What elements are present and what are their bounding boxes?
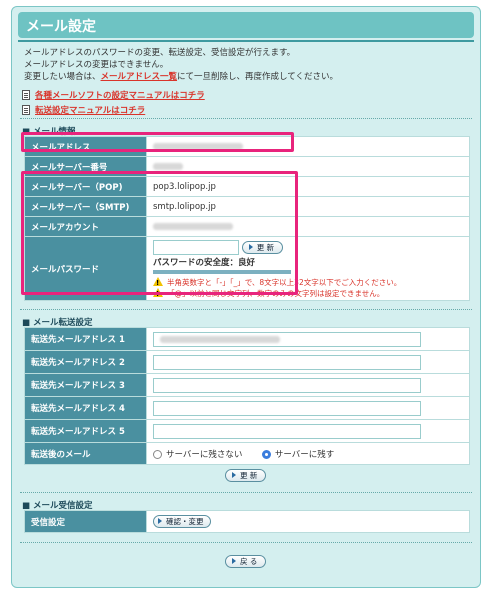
- manual-link-row-2: 転送設定マニュアルはコチラ: [22, 104, 145, 116]
- forward-label-2: 転送先メールアドレス 2: [24, 350, 147, 374]
- description-prefix: 変更したい場合は、: [24, 72, 101, 82]
- forwarding-table: 転送先メールアドレス 1 転送先メールアドレス 2 転送先メールアドレス 3 転…: [24, 327, 470, 465]
- page-title: メール設定: [26, 19, 96, 35]
- manual-link-row-1: 各種メールソフトの設定マニュアルはコチラ: [22, 89, 205, 101]
- server-number-label: メールサーバー番号: [24, 156, 147, 177]
- keep-no-label[interactable]: サーバーに残さない: [166, 450, 242, 460]
- account-value: [146, 216, 470, 237]
- forward-label-3: 転送先メールアドレス 3: [24, 373, 147, 397]
- receiving-check-change-button[interactable]: 確認・変更: [153, 515, 211, 528]
- smtp-label: メールサーバー（SMTP): [24, 196, 147, 217]
- forward-cell-3: [146, 373, 470, 397]
- back-button[interactable]: 戻 る: [225, 555, 267, 568]
- redacted-forward-address: [160, 335, 280, 343]
- password-cell: 更 新 パスワードの安全度：良好 半角英数字と「-」「_」で、8文字以上32文字…: [146, 236, 470, 301]
- divider: [20, 542, 472, 543]
- forward-address-input-4[interactable]: [153, 400, 421, 416]
- receiving-table: 受信設定 確認・変更: [24, 510, 470, 533]
- play-icon: [248, 244, 253, 250]
- forward-cell-2: [146, 350, 470, 374]
- document-icon: [22, 105, 30, 115]
- forward-cell-4: [146, 396, 470, 420]
- keep-yes-radio[interactable]: [261, 449, 271, 459]
- mail-address-list-link[interactable]: メールアドレス一覧: [101, 72, 178, 82]
- forward-address-input-1[interactable]: [153, 331, 421, 347]
- server-number-value: [146, 156, 470, 177]
- warning-icon: [153, 288, 163, 300]
- divider: [20, 492, 472, 493]
- play-icon: [232, 558, 236, 564]
- forwarding-update-wrap: 更 新: [225, 469, 267, 482]
- back-button-label: 戻 る: [240, 557, 258, 566]
- page-description: メールアドレスのパスワードの変更、転送設定、受信設定が行えます。 メールアドレス…: [24, 47, 338, 83]
- smtp-row: メールサーバー（SMTP) smtp.lolipop.jp: [24, 196, 470, 217]
- forward-row-2: 転送先メールアドレス 2: [24, 350, 470, 374]
- forward-address-input-3[interactable]: [153, 377, 421, 393]
- redacted-address: [153, 142, 243, 150]
- redacted-account: [153, 222, 233, 230]
- mail-info-table: メールアドレス メールサーバー番号 メールサーバー（POP) pop3.loli…: [24, 136, 470, 301]
- forward-address-input-5[interactable]: [153, 423, 421, 439]
- mail-settings-panel: メール設定 メールアドレスのパスワードの変更、転送設定、受信設定が行えます。 メ…: [11, 6, 481, 588]
- password-row: メールパスワード 更 新 パスワードの安全度：良好 半角英数字と「-」「_」で、…: [24, 236, 470, 301]
- after-forward-label: 転送後のメール: [24, 442, 147, 465]
- server-number-row: メールサーバー番号: [24, 156, 470, 177]
- account-label: メールアカウント: [24, 216, 147, 237]
- document-icon: [22, 90, 30, 100]
- forward-row-4: 転送先メールアドレス 4: [24, 396, 470, 420]
- forwarding-update-label: 更 新: [240, 471, 258, 480]
- keep-yes-label[interactable]: サーバーに残す: [275, 450, 334, 460]
- warning-text-1: 半角英数字と「-」「_」で、8文字以上32文字以下でご入力ください。: [167, 278, 402, 287]
- mail-address-value: [146, 136, 470, 157]
- receiving-cell: 確認・変更: [146, 510, 470, 533]
- forward-address-input-2[interactable]: [153, 354, 421, 370]
- description-suffix: にて一旦削除し、再度作成してください。: [177, 72, 339, 82]
- smtp-value: smtp.lolipop.jp: [146, 196, 470, 217]
- mail-address-row: メールアドレス: [24, 136, 470, 157]
- password-strength-text: パスワードの安全度：良好: [153, 258, 256, 268]
- receiving-row: 受信設定 確認・変更: [24, 510, 470, 533]
- forward-cell-5: [146, 419, 470, 443]
- forward-cell-1: [146, 327, 470, 351]
- redacted-server-number: [153, 162, 183, 170]
- password-update-label: 更 新: [256, 243, 275, 252]
- title-bar: メール設定: [18, 12, 474, 38]
- forwarding-manual-link[interactable]: 転送設定マニュアルはコチラ: [35, 106, 145, 116]
- description-line-1: メールアドレスのパスワードの変更、転送設定、受信設定が行えます。: [24, 48, 296, 58]
- description-line-3: 変更したい場合は、メールアドレス一覧にて一旦削除し、再度作成してください。: [24, 71, 338, 83]
- mail-software-manual-link[interactable]: 各種メールソフトの設定マニュアルはコチラ: [35, 91, 205, 101]
- password-strength-bar: [153, 270, 291, 274]
- forward-label-4: 転送先メールアドレス 4: [24, 396, 147, 420]
- forwarding-update-button[interactable]: 更 新: [225, 469, 267, 482]
- after-forward-options: サーバーに残さない サーバーに残す: [146, 442, 470, 465]
- pop-value: pop3.lolipop.jp: [146, 176, 470, 197]
- back-button-wrap: 戻 る: [225, 555, 267, 568]
- warning-line-2: 「@」以前と同じ文字列、数字のみの文字列は設定できません。: [153, 288, 469, 300]
- after-forward-row: 転送後のメール サーバーに残さない サーバーに残す: [24, 442, 470, 465]
- forward-row-3: 転送先メールアドレス 3: [24, 373, 470, 397]
- warning-line-1: 半角英数字と「-」「_」で、8文字以上32文字以下でご入力ください。: [153, 277, 469, 289]
- divider: [20, 118, 472, 119]
- password-input[interactable]: [153, 240, 239, 255]
- forward-row-1: 転送先メールアドレス 1: [24, 327, 470, 351]
- play-icon: [158, 518, 162, 524]
- divider: [20, 309, 472, 310]
- mail-address-label: メールアドレス: [24, 136, 147, 157]
- pop-row: メールサーバー（POP) pop3.lolipop.jp: [24, 176, 470, 197]
- play-icon: [232, 472, 236, 478]
- pop-label: メールサーバー（POP): [24, 176, 147, 197]
- forward-label-5: 転送先メールアドレス 5: [24, 419, 147, 443]
- warning-icon: [153, 277, 163, 289]
- account-row: メールアカウント: [24, 216, 470, 237]
- description-line-2: メールアドレスの変更はできません。: [24, 60, 169, 70]
- receiving-label: 受信設定: [24, 510, 147, 533]
- title-underline: [18, 40, 474, 42]
- forward-row-5: 転送先メールアドレス 5: [24, 419, 470, 443]
- receiving-button-label: 確認・変更: [166, 517, 204, 526]
- warning-text-2: 「@」以前と同じ文字列、数字のみの文字列は設定できません。: [167, 289, 385, 298]
- keep-no-radio[interactable]: [153, 449, 162, 459]
- password-update-button[interactable]: 更 新: [241, 241, 284, 254]
- forward-label-1: 転送先メールアドレス 1: [24, 327, 147, 351]
- password-label: メールパスワード: [24, 236, 147, 301]
